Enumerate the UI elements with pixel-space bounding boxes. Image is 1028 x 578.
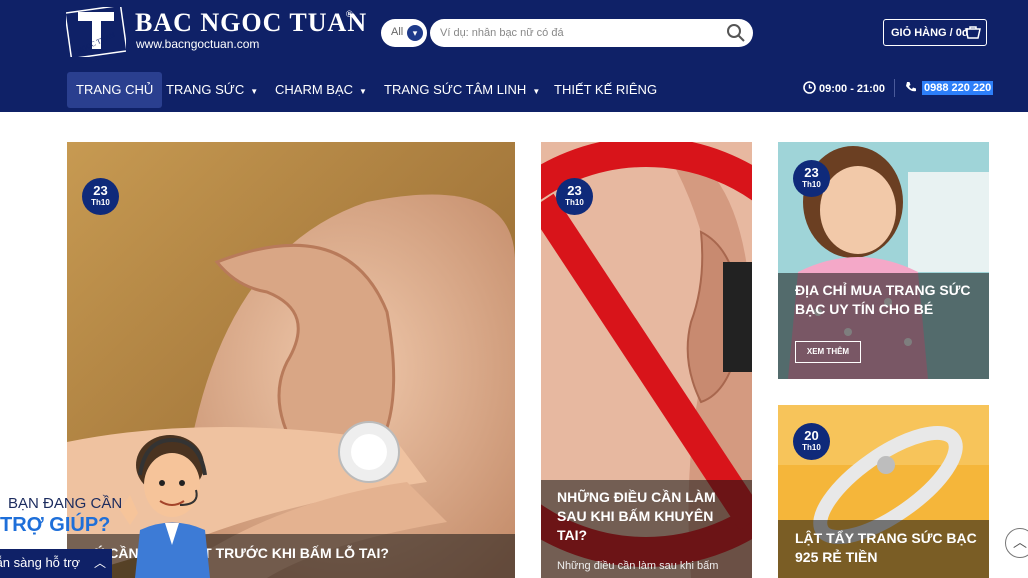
- post-card[interactable]: 20 Th10 LẬT TẨY TRANG SỨC BẠC 925 RẺ TIỀ…: [778, 405, 989, 578]
- nav-item-spiritual[interactable]: TRANG SỨC TÂM LINH ▼: [384, 72, 540, 108]
- back-to-top-button[interactable]: ︿: [1005, 528, 1028, 558]
- logo-url: www.bacngoctuan.com: [136, 37, 260, 51]
- logo-name[interactable]: BAC NGOC TUAN: [135, 8, 367, 38]
- chevron-up-icon: ︿: [93, 556, 106, 570]
- date-badge: 23 Th10: [82, 178, 119, 215]
- help-subheading: TRỢ GIÚP?: [0, 514, 111, 536]
- opening-hours: 09:00 - 21:00: [803, 81, 885, 95]
- search-category-select[interactable]: All ▾: [381, 19, 427, 47]
- support-chat-button[interactable]: Sẵn sàng hỗ trợ ︿: [0, 549, 112, 578]
- chevron-down-icon: ▾: [407, 25, 423, 41]
- cart-label: GIỎ HÀNG / 0đ: [891, 27, 969, 39]
- search-category-value: All: [391, 26, 404, 38]
- post-excerpt: Những điều cần làm sau khi bấm: [557, 560, 719, 572]
- date-badge: 20 Th10: [793, 423, 830, 460]
- nav-item-jewelry[interactable]: TRANG SỨC ▼: [166, 72, 258, 108]
- post-title[interactable]: ĐỊA CHỈ MUA TRANG SỨC BẠC UY TÍN CHO BÉ: [795, 281, 980, 319]
- nav-item-custom-design[interactable]: THIẾT KẾ RIÊNG: [554, 72, 657, 108]
- registered-mark: ®: [346, 9, 353, 19]
- post-title[interactable]: LẬT TẨY TRANG SỨC BẠC 925 RẺ TIỀN: [795, 529, 980, 567]
- search-input[interactable]: [430, 19, 753, 47]
- nav-item-charm[interactable]: CHARM BẠC ▼: [275, 72, 367, 108]
- logo-mark-icon[interactable]: NGOC TUAN: [66, 7, 126, 57]
- header-divider: [894, 79, 895, 97]
- caret-down-icon: ▼: [250, 87, 259, 96]
- hotline[interactable]: 0988 220 220: [905, 81, 994, 95]
- read-more-button[interactable]: XEM THÊM: [795, 341, 861, 363]
- cart-icon: [965, 26, 981, 39]
- date-badge: 23 Th10: [556, 178, 593, 215]
- caret-down-icon: ▼: [359, 87, 367, 96]
- chevron-up-icon: ︿: [1013, 534, 1027, 550]
- post-card[interactable]: 23 Th10 ĐỊA CHỈ MUA TRANG SỨC BẠC UY TÍN…: [778, 142, 989, 379]
- support-label: Sẵn sàng hỗ trợ: [0, 555, 80, 570]
- post-card[interactable]: 23 Th10 NHỮNG ĐIỀU CẦN LÀM SAU KHI BẤM K…: [541, 142, 752, 578]
- phone-icon: [906, 82, 916, 92]
- search-icon[interactable]: [725, 22, 747, 44]
- site-header: NGOC TUAN BAC NGOC TUAN ® www.bacngoctua…: [0, 0, 1028, 112]
- clock-icon: [803, 81, 816, 94]
- cart-button[interactable]: GIỎ HÀNG / 0đ: [883, 19, 987, 46]
- post-title[interactable]: NHỮNG ĐIỀU CẦN LÀM SAU KHI BẤM KHUYÊN TA…: [557, 488, 727, 545]
- caret-down-icon: ▼: [532, 87, 541, 96]
- nav-item-home[interactable]: TRANG CHỦ: [67, 72, 163, 108]
- help-heading: BẠN ĐANG CẦN: [8, 495, 123, 512]
- date-badge: 23 Th10: [793, 160, 830, 197]
